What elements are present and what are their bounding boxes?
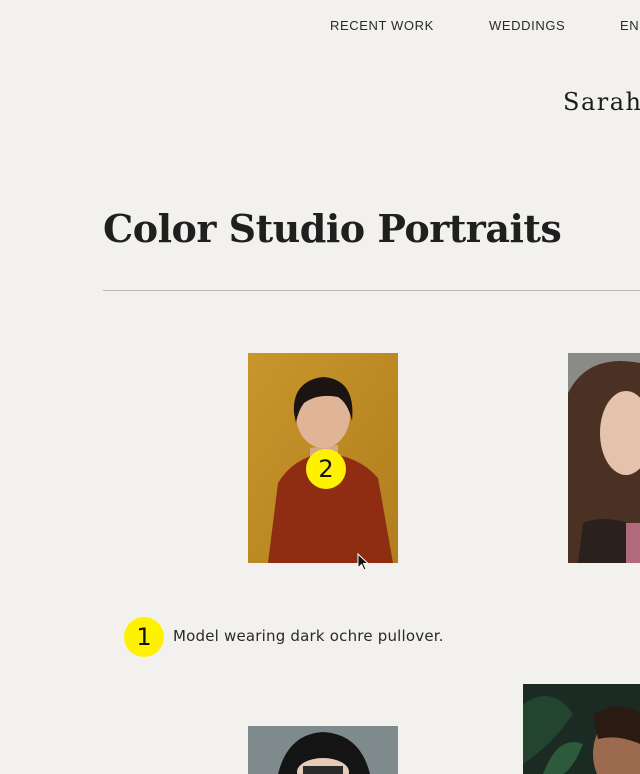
gallery-photo-black-hat[interactable] (248, 726, 398, 774)
divider (103, 290, 640, 291)
annotation-badge: 2 (306, 449, 346, 489)
portrait-image (568, 353, 640, 563)
nav-recent-work[interactable]: RECENT WORK (330, 18, 434, 33)
nav-engagements[interactable]: EN (620, 18, 639, 33)
page-title: Color Studio Portraits (103, 206, 562, 251)
site-logo[interactable]: Sarah (563, 88, 640, 116)
gallery-photo-green-leaves[interactable] (523, 684, 640, 774)
gallery-photo-brown-hair[interactable] (568, 353, 640, 563)
nav-weddings[interactable]: WEDDINGS (489, 18, 565, 33)
photo-caption: Model wearing dark ochre pullover. (173, 627, 444, 645)
portrait-image (523, 684, 640, 774)
main-nav: RECENT WORK WEDDINGS EN (0, 18, 640, 34)
portrait-image (248, 726, 398, 774)
caption-badge: 1 (124, 617, 164, 657)
mouse-cursor-icon (357, 553, 369, 571)
gallery-photo-ochre-pullover[interactable]: 2 (248, 353, 398, 563)
